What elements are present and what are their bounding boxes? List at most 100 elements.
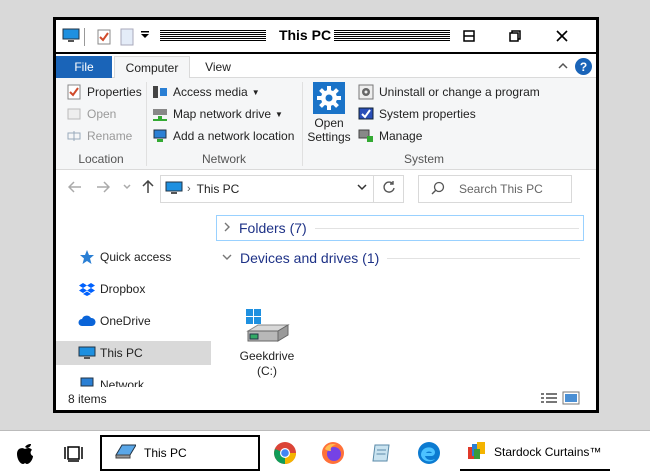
map-network-drive-label: Map network drive — [173, 107, 272, 121]
maximize-button[interactable] — [505, 26, 525, 46]
navigation-pane: Quick access Dropbox OneDrive This PC Ne… — [56, 207, 214, 392]
open-folder-icon — [66, 106, 82, 122]
title-bar[interactable]: This PC — [56, 20, 596, 54]
minimize-button[interactable] — [459, 26, 479, 46]
up-arrow-icon[interactable] — [142, 179, 154, 197]
add-network-location-button[interactable]: Add a network location — [152, 126, 294, 146]
search-box[interactable] — [418, 175, 572, 203]
taskbar-task-label: Stardock Curtains™ — [494, 445, 602, 459]
network-location-icon — [152, 128, 168, 144]
nav-item-label: This PC — [100, 346, 143, 360]
refresh-icon — [382, 180, 396, 198]
computer-icon — [78, 345, 96, 361]
drive-name-line1: Geekdrive — [239, 349, 295, 363]
devices-group-header[interactable]: Devices and drives (1) — [216, 245, 584, 271]
open-settings-label-line2: Settings — [307, 130, 351, 144]
location-group-label: Location — [78, 152, 124, 166]
expand-chevron-icon[interactable] — [223, 222, 231, 235]
edge-icon[interactable] — [414, 435, 444, 471]
tab-view[interactable]: View — [196, 56, 240, 78]
task-view-icon[interactable] — [60, 435, 88, 471]
nav-item-label: Dropbox — [100, 282, 146, 296]
address-dropdown-chevron-icon[interactable] — [357, 182, 367, 195]
status-bar: 8 items — [56, 387, 596, 410]
system-properties-button[interactable]: System properties — [358, 104, 476, 124]
address-bar[interactable]: › This PC — [160, 175, 374, 203]
nav-item-dropbox[interactable]: Dropbox — [56, 277, 211, 301]
taskbar-task-label: This PC — [144, 446, 187, 460]
recent-locations-chevron-icon[interactable] — [122, 180, 132, 196]
manage-button[interactable]: Manage — [358, 126, 422, 146]
uninstall-program-label: Uninstall or change a program — [379, 85, 540, 99]
folders-group-header[interactable]: Folders (7) — [216, 215, 584, 241]
notepad-icon[interactable] — [366, 435, 396, 471]
network-group-label: Network — [201, 152, 246, 166]
firefox-icon[interactable] — [318, 435, 348, 471]
nav-item-onedrive[interactable]: OneDrive — [56, 309, 211, 333]
title-bar-stripes — [334, 30, 450, 42]
access-media-button[interactable]: Access media ▼ — [152, 82, 260, 102]
close-button[interactable] — [552, 26, 572, 46]
network-drive-icon — [152, 106, 168, 122]
search-icon — [431, 181, 445, 198]
address-row: › This PC — [56, 171, 596, 207]
folders-group-label: Folders (7) — [239, 220, 307, 236]
collapse-chevron-icon[interactable] — [222, 252, 232, 264]
properties-button[interactable]: Properties — [66, 82, 142, 102]
back-arrow-icon[interactable] — [67, 180, 82, 196]
uninstall-program-button[interactable]: Uninstall or change a program — [358, 82, 540, 102]
access-media-label: Access media — [173, 85, 248, 99]
large-icons-view-icon[interactable] — [562, 391, 580, 405]
gear-icon — [313, 82, 345, 114]
item-count: 8 items — [68, 392, 107, 406]
curtains-app-icon — [466, 441, 488, 464]
devices-group-label: Devices and drives (1) — [240, 250, 380, 266]
collapse-ribbon-chevron-icon[interactable] — [558, 59, 568, 73]
manage-label: Manage — [379, 129, 423, 143]
open-settings-label-line1: Open — [314, 116, 344, 130]
address-path[interactable]: This PC — [197, 182, 240, 196]
media-server-icon — [152, 84, 168, 100]
window-title: This PC — [278, 27, 332, 43]
nav-item-this-pc[interactable]: This PC — [56, 341, 211, 365]
ribbon-tabs: File Computer View ? — [56, 56, 596, 79]
tab-computer[interactable]: Computer — [114, 56, 190, 79]
rename-label: Rename — [87, 129, 133, 143]
open-button[interactable]: Open — [66, 104, 116, 124]
search-input[interactable] — [459, 182, 569, 196]
file-explorer-window: This PC File Computer View ? Properties — [54, 18, 598, 412]
apple-logo-icon[interactable] — [10, 435, 40, 471]
tab-file[interactable]: File — [56, 56, 112, 78]
group-divider — [302, 82, 303, 166]
details-view-icon[interactable] — [540, 391, 558, 405]
computer-icon[interactable] — [62, 28, 80, 47]
taskbar-task-stardock-curtains[interactable]: Stardock Curtains™ — [460, 435, 610, 471]
dropdown-arrow-icon: ▼ — [275, 109, 283, 119]
map-network-drive-button[interactable]: Map network drive ▼ — [152, 104, 283, 124]
system-group-label: System — [403, 152, 444, 166]
nav-item-quick-access[interactable]: Quick access — [56, 245, 211, 269]
help-button[interactable]: ? — [575, 58, 592, 75]
nav-item-label: OneDrive — [100, 314, 151, 328]
content-pane: Folders (7) Devices and drives (1) Geekd… — [214, 207, 596, 385]
cloud-icon — [78, 313, 96, 329]
breadcrumb-chevron-icon[interactable]: › — [187, 183, 191, 195]
forward-arrow-icon[interactable] — [96, 180, 111, 196]
new-folder-icon[interactable] — [120, 28, 134, 49]
cd-icon — [358, 84, 374, 100]
rename-button[interactable]: Rename — [66, 126, 132, 146]
computer-icon — [165, 181, 183, 198]
chrome-icon[interactable] — [270, 435, 300, 471]
open-settings-button[interactable]: Open Settings — [306, 82, 352, 144]
taskbar-task-this-pc[interactable]: This PC — [100, 435, 260, 471]
nav-item-label: Quick access — [100, 250, 172, 264]
refresh-button[interactable] — [374, 175, 404, 203]
properties-label: Properties — [87, 85, 142, 99]
properties-check-icon — [66, 84, 82, 100]
hard-drive-icon — [242, 307, 292, 347]
drive-item-geekdrive[interactable]: Geekdrive (C:) — [238, 307, 296, 379]
dropbox-icon — [78, 281, 96, 297]
add-network-location-label: Add a network location — [173, 129, 295, 143]
customize-toolbar-chevron-icon[interactable] — [140, 30, 150, 43]
properties-check-icon[interactable] — [96, 28, 112, 49]
